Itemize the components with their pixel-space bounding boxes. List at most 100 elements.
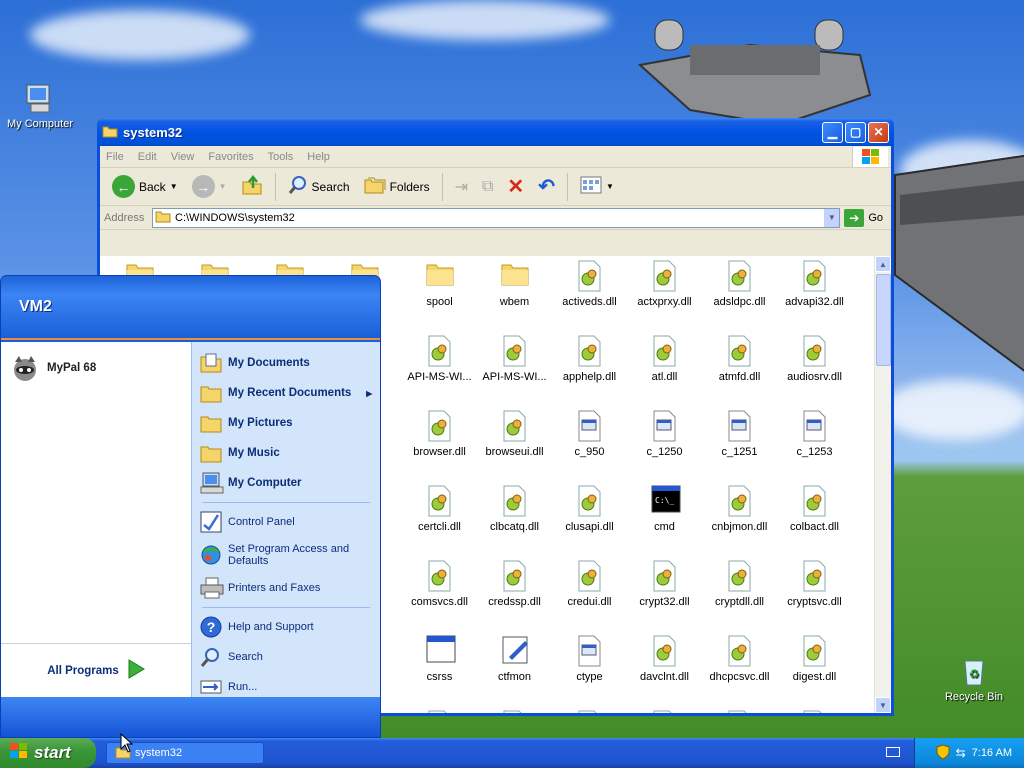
vertical-scrollbar[interactable]: ▲ ▼ <box>874 256 891 713</box>
keyboard-icon[interactable] <box>886 747 900 757</box>
forward-button[interactable]: → ▼ <box>188 172 231 202</box>
copy-to-button[interactable]: ⧉ <box>478 172 497 202</box>
start-menu-item-my-pictures[interactable]: My Pictures <box>192 408 380 438</box>
file-item[interactable]: atl.dll <box>627 331 702 406</box>
file-item[interactable]: atmfd.dll <box>702 331 777 406</box>
file-item[interactable] <box>477 706 552 713</box>
file-item[interactable] <box>702 706 777 713</box>
file-item[interactable]: audiosrv.dll <box>777 331 852 406</box>
start-menu-item-my-documents[interactable]: My Documents <box>192 348 380 378</box>
network-icon[interactable]: ⇆ <box>956 746 966 760</box>
address-dropdown-button[interactable]: ▼ <box>823 208 840 227</box>
move-to-button[interactable]: ⇥ <box>451 172 472 202</box>
start-menu-item-help-and-support[interactable]: ? Help and Support <box>192 612 380 642</box>
back-button[interactable]: ← Back ▼ <box>108 172 182 202</box>
file-name: API-MS-WI... <box>407 371 472 383</box>
menu-file[interactable]: File <box>106 151 124 163</box>
file-item[interactable] <box>777 706 852 713</box>
scroll-down-button[interactable]: ▼ <box>875 697 891 713</box>
menu-favorites[interactable]: Favorites <box>208 151 253 163</box>
delete-button[interactable]: ✕ <box>503 172 528 202</box>
file-name: ctype <box>576 671 603 683</box>
up-folder-button[interactable] <box>237 172 267 202</box>
start-menu-item-control-panel[interactable]: Control Panel <box>192 507 380 537</box>
security-shield-icon[interactable] <box>936 743 950 763</box>
file-item[interactable]: apphelp.dll <box>552 331 627 406</box>
start-menu-item-printers-and-faxes[interactable]: Printers and Faxes <box>192 573 380 603</box>
file-item[interactable]: C:\_ cmd <box>627 481 702 556</box>
file-item[interactable]: certcli.dll <box>402 481 477 556</box>
start-menu-item-label: Printers and Faxes <box>228 582 321 594</box>
file-item[interactable] <box>402 706 477 713</box>
back-label: Back <box>139 179 166 194</box>
file-item[interactable]: csrss <box>402 631 477 706</box>
desktop-icon-my-computer[interactable]: My Computer <box>0 82 80 130</box>
maximize-button[interactable]: ▢ <box>845 121 866 143</box>
file-item[interactable]: browser.dll <box>402 406 477 481</box>
file-item[interactable] <box>627 706 702 713</box>
folders-button[interactable]: Folders <box>360 172 434 202</box>
file-item[interactable]: c_1250 <box>627 406 702 481</box>
file-item[interactable]: spool <box>402 256 477 331</box>
start-menu-item-label: My Music <box>228 447 280 459</box>
file-item[interactable]: credssp.dll <box>477 556 552 631</box>
dll-file-icon <box>426 485 454 517</box>
file-item[interactable]: ctfmon <box>477 631 552 706</box>
file-item[interactable]: c_950 <box>552 406 627 481</box>
file-item[interactable]: cnbjmon.dll <box>702 481 777 556</box>
file-item[interactable]: ctype <box>552 631 627 706</box>
start-menu-item-set-program-access-and-defaults[interactable]: Set Program Access and Defaults <box>192 537 380 573</box>
file-item[interactable]: API-MS-WI... <box>477 331 552 406</box>
clock[interactable]: 7:16 AM <box>972 747 1012 759</box>
file-item[interactable]: cryptdll.dll <box>702 556 777 631</box>
address-input[interactable]: C:\WINDOWS\system32 ▼ <box>152 207 841 228</box>
desktop-icon-recycle-bin[interactable]: ♻ Recycle Bin <box>934 655 1014 703</box>
menu-help[interactable]: Help <box>307 151 330 163</box>
file-item[interactable]: wbem <box>477 256 552 331</box>
menu-view[interactable]: View <box>171 151 195 163</box>
menu-edit[interactable]: Edit <box>138 151 157 163</box>
file-name: atmfd.dll <box>718 371 761 383</box>
close-button[interactable]: ✕ <box>868 121 889 143</box>
menu-tools[interactable]: Tools <box>268 151 294 163</box>
file-item[interactable]: crypt32.dll <box>627 556 702 631</box>
file-name: advapi32.dll <box>785 296 844 308</box>
start-menu-item-label: Control Panel <box>228 516 295 528</box>
go-button[interactable]: ➔ Go <box>840 208 891 227</box>
file-item[interactable]: adsldpc.dll <box>702 256 777 331</box>
all-programs-button[interactable]: All Programs <box>1 643 191 697</box>
start-button[interactable]: start <box>0 738 96 768</box>
undo-button[interactable]: ↶ <box>534 172 559 202</box>
file-item[interactable]: colbact.dll <box>777 481 852 556</box>
file-item[interactable]: comsvcs.dll <box>402 556 477 631</box>
start-menu-item-my-music[interactable]: My Music <box>192 438 380 468</box>
window-titlebar[interactable]: system32 ▁ ▢ ✕ <box>97 118 894 146</box>
start-menu-item-my-recent-documents[interactable]: My Recent Documents ▸ <box>192 378 380 408</box>
scroll-thumb[interactable] <box>876 274 891 366</box>
file-item[interactable]: actxprxy.dll <box>627 256 702 331</box>
go-label: Go <box>868 211 883 224</box>
pinned-mypal[interactable]: MyPal 68 <box>1 348 191 388</box>
file-item[interactable]: credui.dll <box>552 556 627 631</box>
file-item[interactable]: cryptsvc.dll <box>777 556 852 631</box>
file-item[interactable] <box>552 706 627 713</box>
file-item[interactable]: digest.dll <box>777 631 852 706</box>
file-item[interactable]: API-MS-WI... <box>402 331 477 406</box>
file-item[interactable]: clusapi.dll <box>552 481 627 556</box>
file-item[interactable]: c_1251 <box>702 406 777 481</box>
views-button[interactable]: ▼ <box>576 172 618 202</box>
start-menu-item-my-computer[interactable]: My Computer <box>192 468 380 498</box>
file-item[interactable]: browseui.dll <box>477 406 552 481</box>
folder-pictures-icon <box>200 412 222 434</box>
scroll-up-button[interactable]: ▲ <box>875 256 891 272</box>
file-item[interactable]: dhcpcsvc.dll <box>702 631 777 706</box>
minimize-button[interactable]: ▁ <box>822 121 843 143</box>
search-button[interactable]: Search <box>284 172 354 202</box>
start-menu-item-search[interactable]: Search <box>192 642 380 672</box>
file-item[interactable]: davclnt.dll <box>627 631 702 706</box>
file-item[interactable]: activeds.dll <box>552 256 627 331</box>
file-item[interactable]: c_1253 <box>777 406 852 481</box>
file-name: browseui.dll <box>485 446 544 458</box>
file-item[interactable]: advapi32.dll <box>777 256 852 331</box>
file-item[interactable]: clbcatq.dll <box>477 481 552 556</box>
